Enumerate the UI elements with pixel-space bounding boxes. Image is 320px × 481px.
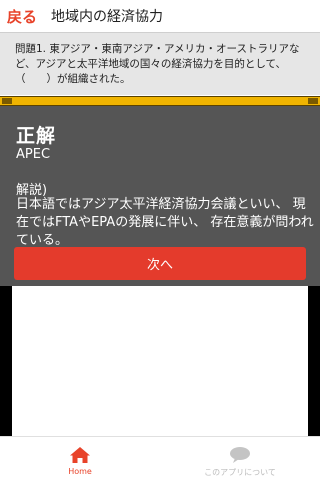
back-button[interactable]: 戻る <box>7 6 37 27</box>
answer-heading: 正解 <box>16 125 57 147</box>
question-text: 問題1. 東アジア・東南アジア・アメリカ・オーストラリアなど、アジアと太平洋地域… <box>15 43 300 85</box>
progress-left-handle <box>2 98 12 104</box>
question-panel: 問題1. 東アジア・東南アジア・アメリカ・オーストラリアなど、アジアと太平洋地域… <box>0 33 320 95</box>
next-button[interactable]: 次へ <box>14 247 306 280</box>
tab-home-label: Home <box>68 467 92 476</box>
progress-right-handle <box>308 98 318 104</box>
tab-bar: Home このアプリについて <box>0 436 320 480</box>
home-icon <box>69 446 91 468</box>
header: 戻る 地域内の経済協力 <box>0 0 320 32</box>
tab-about-label: このアプリについて <box>204 468 276 477</box>
speech-bubble-icon <box>229 446 251 468</box>
explanation-text: 日本語ではアジア太平洋経済協力会議といい、 現在ではFTAやEPAの発展に伴い、… <box>16 197 314 248</box>
tab-about[interactable]: このアプリについて <box>160 437 320 481</box>
tab-home[interactable]: Home <box>0 437 160 481</box>
answer-value: APEC <box>16 147 51 162</box>
progress-bar <box>0 96 320 106</box>
page-title: 地域内の経済協力 <box>51 9 164 25</box>
